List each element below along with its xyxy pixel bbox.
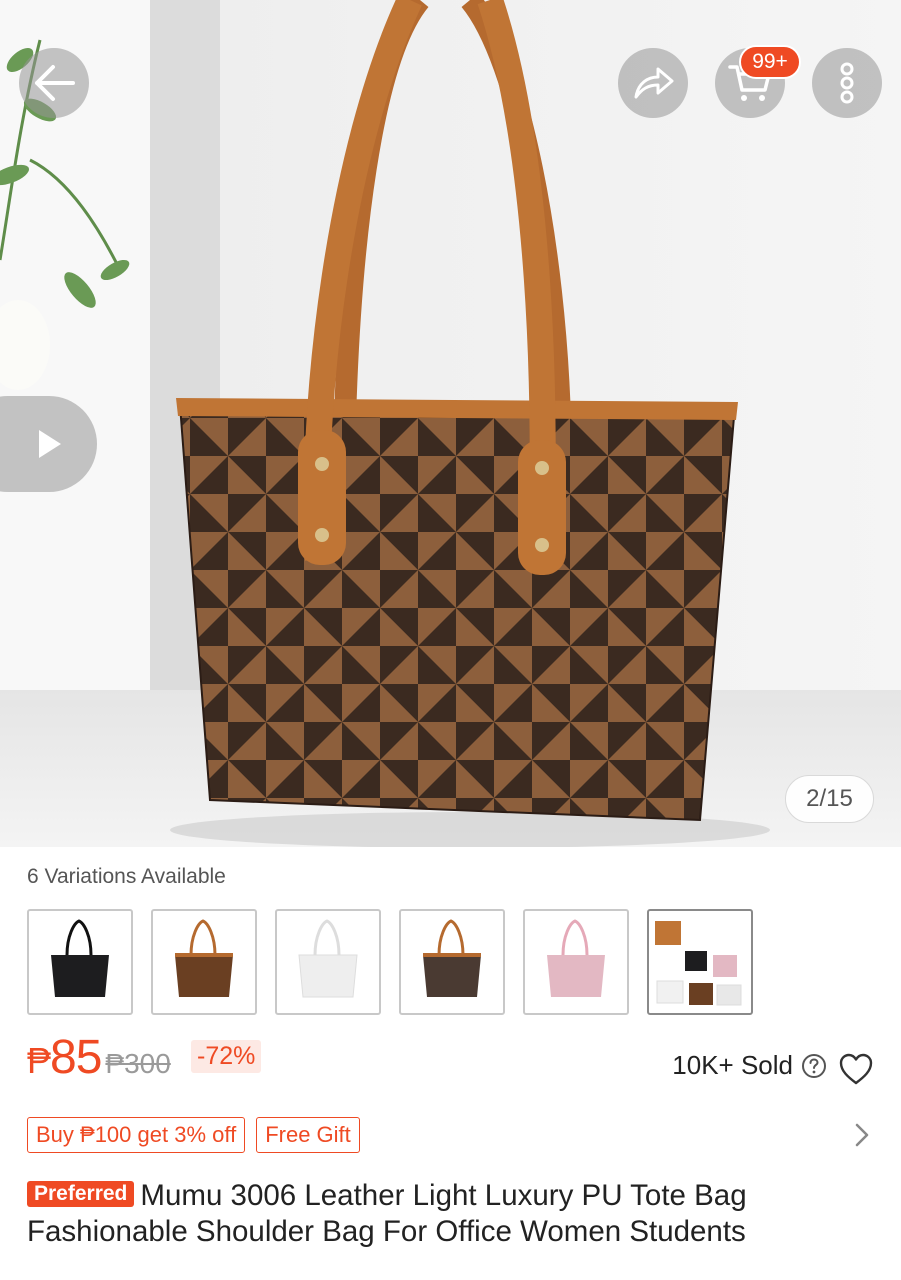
variation-thumb-pink[interactable] (523, 909, 629, 1015)
variation-thumb-all-colors[interactable] (647, 909, 753, 1015)
product-photo (0, 0, 901, 847)
product-title-text: Mumu 3006 Leather Light Luxury PU Tote B… (27, 1179, 747, 1248)
variations-label: 6 Variations Available (27, 865, 226, 888)
promo-tag-free-gift[interactable]: Free Gift (256, 1117, 360, 1153)
sold-count: 10K+ Sold (672, 1050, 827, 1081)
promo-tags: Buy ₱100 get 3% off Free Gift (27, 1117, 360, 1153)
help-icon[interactable] (801, 1053, 827, 1079)
product-title: Preferred Mumu 3006 Leather Light Luxury … (27, 1178, 877, 1250)
chevron-right-icon[interactable] (852, 1122, 872, 1148)
original-price: ₱300 (105, 1048, 171, 1079)
cart-count-badge: 99+ (739, 45, 801, 79)
play-video-button[interactable] (0, 396, 97, 492)
product-image-gallery[interactable]: 99+ 2/15 (0, 0, 901, 847)
current-price: ₱85 (27, 1031, 102, 1084)
variation-thumb-dark-brown[interactable] (399, 909, 505, 1015)
play-icon (39, 430, 61, 458)
sold-label: 10K+ Sold (672, 1050, 793, 1080)
variation-thumb-black[interactable] (27, 909, 133, 1015)
image-page-counter: 2/15 (785, 775, 874, 823)
variation-thumbnails (27, 909, 753, 1015)
favorite-heart-icon[interactable] (838, 1051, 874, 1087)
promo-tag-discount[interactable]: Buy ₱100 get 3% off (27, 1117, 246, 1153)
more-options-button[interactable] (812, 48, 882, 118)
variation-thumb-brown[interactable] (151, 909, 257, 1015)
back-button[interactable] (19, 48, 89, 118)
share-button[interactable] (618, 48, 688, 118)
preferred-badge: Preferred (27, 1181, 135, 1207)
more-icon (840, 62, 854, 104)
variation-thumb-white[interactable] (275, 909, 381, 1015)
share-icon (634, 67, 674, 99)
back-arrow-icon (35, 65, 75, 101)
price-row: ₱85 ₱300 (27, 1030, 171, 1085)
discount-badge: -72% (191, 1040, 262, 1073)
